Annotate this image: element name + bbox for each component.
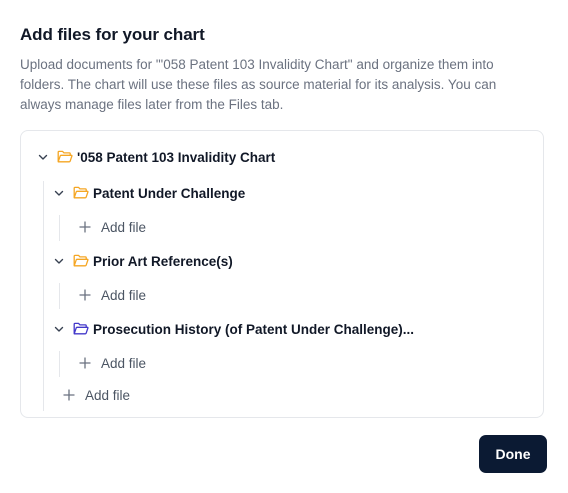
- add-file-button-root[interactable]: Add file: [63, 384, 130, 406]
- plus-icon: [79, 289, 91, 301]
- chevron-down-icon[interactable]: [53, 255, 65, 267]
- tree-root-label: '058 Patent 103 Invalidity Chart: [77, 149, 276, 165]
- add-files-dialog: Add files for your chart Upload document…: [0, 0, 568, 493]
- dialog-title: Add files for your chart: [20, 25, 205, 44]
- folder-open-icon: [73, 254, 89, 267]
- chevron-down-icon[interactable]: [37, 151, 49, 163]
- folder-open-icon: [73, 186, 89, 199]
- tree-folder-row[interactable]: Prior Art Reference(s): [53, 250, 233, 272]
- tree-folder-row[interactable]: Patent Under Challenge: [53, 182, 245, 204]
- add-file-label: Add file: [85, 387, 131, 403]
- plus-icon: [79, 357, 91, 369]
- tree-folder-label: Patent Under Challenge: [93, 185, 246, 201]
- add-file-button[interactable]: Add file: [79, 216, 146, 238]
- tree-folder-label: Prosecution History (of Patent Under Cha…: [93, 321, 415, 337]
- chevron-down-icon[interactable]: [53, 187, 65, 199]
- tree-guide-line-folder-2: [59, 283, 60, 309]
- plus-icon: [63, 389, 75, 401]
- add-file-button[interactable]: Add file: [79, 284, 146, 306]
- tree-guide-line-folder-3: [59, 351, 60, 377]
- tree-guide-line-folder-1: [59, 215, 60, 241]
- add-file-button[interactable]: Add file: [79, 352, 146, 374]
- folder-open-icon: [57, 150, 73, 163]
- plus-icon: [79, 221, 91, 233]
- add-file-label: Add file: [101, 219, 147, 235]
- folder-open-icon: [73, 322, 89, 335]
- chevron-down-icon[interactable]: [53, 323, 65, 335]
- add-file-label: Add file: [101, 287, 147, 303]
- tree-root-row[interactable]: '058 Patent 103 Invalidity Chart: [37, 146, 275, 168]
- tree-folder-label: Prior Art Reference(s): [93, 253, 233, 269]
- folder-tree: '058 Patent 103 Invalidity Chart Patent …: [20, 130, 544, 418]
- tree-folder-row[interactable]: Prosecution History (of Patent Under Cha…: [53, 318, 414, 340]
- done-button[interactable]: Done: [479, 435, 547, 473]
- tree-guide-line-root: [43, 181, 44, 411]
- dialog-description: Upload documents for "'058 Patent 103 In…: [20, 57, 497, 112]
- add-file-label: Add file: [101, 355, 147, 371]
